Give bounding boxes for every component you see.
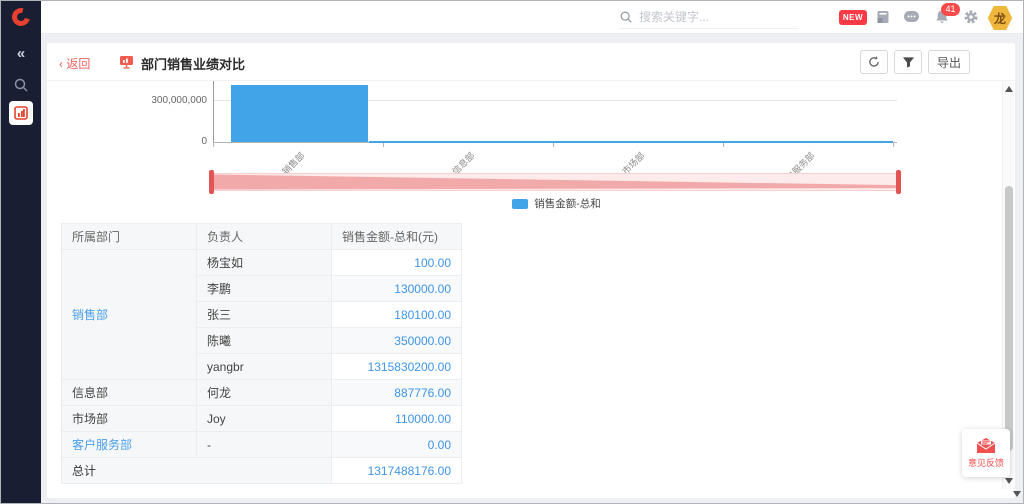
bars-small-values[interactable]	[369, 141, 893, 143]
bi-chart-icon	[14, 106, 28, 120]
datazoom-area-shape	[214, 174, 899, 190]
table-row: 客户服务部 - 0.00	[62, 432, 462, 458]
refresh-icon	[867, 55, 881, 69]
report-card: ‹ 返回 部门销售业绩对比 导出	[47, 43, 1015, 498]
collapse-sidebar-icon[interactable]: «	[1, 45, 41, 62]
dept-cell-info: 信息部	[62, 380, 197, 406]
person-cell: -	[197, 432, 332, 458]
journal-icon[interactable]	[875, 9, 891, 30]
person-cell: Joy	[197, 406, 332, 432]
person-cell: 陈曦	[197, 328, 332, 354]
chart-legend[interactable]: 销售金额-总和	[213, 196, 900, 211]
bar-chart: 300,000,000 0 销售部 信息部 市场部 客户服务部 销售金额-总和	[47, 81, 999, 213]
person-cell: 李鹏	[197, 276, 332, 302]
app-logo[interactable]	[12, 8, 30, 26]
report-chart-icon	[119, 55, 134, 74]
value-cell[interactable]: 100.00	[332, 250, 462, 276]
col-header-dept: 所属部门	[62, 224, 197, 250]
dept-link-service[interactable]: 客户服务部	[72, 438, 132, 452]
y-tick-300m: 300,000,000	[123, 95, 207, 106]
person-cell: 张三	[197, 302, 332, 328]
messages-icon[interactable]	[903, 9, 920, 30]
person-cell: 何龙	[197, 380, 332, 406]
value-cell[interactable]: 350000.00	[332, 328, 462, 354]
total-value: 1317488176.00	[332, 458, 462, 484]
x-tick	[213, 143, 214, 147]
table-header-row: 所属部门 负责人 销售金额-总和(元)	[62, 224, 462, 250]
value-cell[interactable]: 110000.00	[332, 406, 462, 432]
dept-link-sales[interactable]: 销售部	[72, 308, 108, 322]
new-feature-badge[interactable]: NEW	[839, 10, 867, 25]
scroll-down-arrow-icon[interactable]	[1005, 478, 1013, 484]
sidebar-search-icon[interactable]	[13, 77, 29, 98]
col-header-amount: 销售金额-总和(元)	[332, 224, 462, 250]
x-tick	[553, 143, 554, 147]
table-row: 销售部 杨宝如 100.00	[62, 250, 462, 276]
value-cell[interactable]: 0.00	[332, 432, 462, 458]
value-cell[interactable]: 130000.00	[332, 276, 462, 302]
export-label: 导出	[937, 54, 961, 71]
export-button[interactable]: 导出	[928, 50, 970, 74]
datazoom-slider[interactable]	[213, 173, 900, 191]
x-tick	[383, 143, 384, 147]
content-scrollbar[interactable]	[1002, 81, 1014, 489]
dept-cell-market: 市场部	[62, 406, 197, 432]
scrollbar-thumb[interactable]	[1005, 186, 1013, 451]
scroll-up-arrow-icon[interactable]	[1005, 86, 1013, 92]
person-cell: yangbr	[197, 354, 332, 380]
table-row: 市场部 Joy 110000.00	[62, 406, 462, 432]
sidebar-item-bi-reports[interactable]	[9, 101, 33, 125]
settings-gear-icon[interactable]	[963, 9, 979, 30]
legend-swatch	[512, 199, 528, 209]
datazoom-handle-left[interactable]	[209, 170, 214, 194]
filter-button[interactable]	[894, 50, 922, 74]
topbar: NEW 41 龙	[41, 1, 1023, 34]
bar-sales-dept[interactable]	[231, 85, 368, 142]
window-scroll-down-icon[interactable]	[1013, 491, 1021, 497]
sales-table: 所属部门 负责人 销售金额-总和(元) 销售部 杨宝如 100.00 李鹏 13…	[61, 223, 462, 484]
value-cell[interactable]: 180100.00	[332, 302, 462, 328]
feedback-label: 意见反馈	[968, 456, 1004, 469]
sidebar: «	[1, 1, 41, 503]
search-icon	[619, 10, 633, 24]
notification-count-badge: 41	[941, 3, 960, 16]
filter-funnel-icon	[902, 56, 915, 69]
x-tick	[893, 143, 894, 147]
app-window: « NEW	[0, 0, 1024, 504]
back-button[interactable]: ‹ 返回	[59, 55, 90, 72]
table-row: 信息部 何龙 887776.00	[62, 380, 462, 406]
value-cell[interactable]: 887776.00	[332, 380, 462, 406]
refresh-button[interactable]	[860, 50, 888, 74]
global-search[interactable]	[619, 6, 799, 29]
user-avatar[interactable]: 龙	[987, 5, 1013, 31]
col-header-person: 负责人	[197, 224, 332, 250]
envelope-icon	[975, 437, 997, 454]
value-cell[interactable]: 1315830200.00	[332, 354, 462, 380]
table-total-row: 总计 1317488176.00	[62, 458, 462, 484]
datazoom-handle-right[interactable]	[896, 170, 901, 194]
y-tick-zero: 0	[183, 136, 207, 147]
total-label: 总计	[62, 458, 332, 484]
back-label: 返回	[66, 57, 90, 71]
report-titlebar: ‹ 返回 部门销售业绩对比 导出	[47, 43, 1015, 81]
chart-y-axis	[213, 81, 214, 142]
legend-label: 销售金额-总和	[534, 196, 601, 211]
person-cell: 杨宝如	[197, 250, 332, 276]
feedback-button[interactable]: 意见反馈	[962, 429, 1010, 477]
page-title: 部门销售业绩对比	[141, 54, 245, 73]
logo-c-icon	[9, 5, 34, 30]
x-tick	[723, 143, 724, 147]
search-input[interactable]	[639, 10, 779, 24]
